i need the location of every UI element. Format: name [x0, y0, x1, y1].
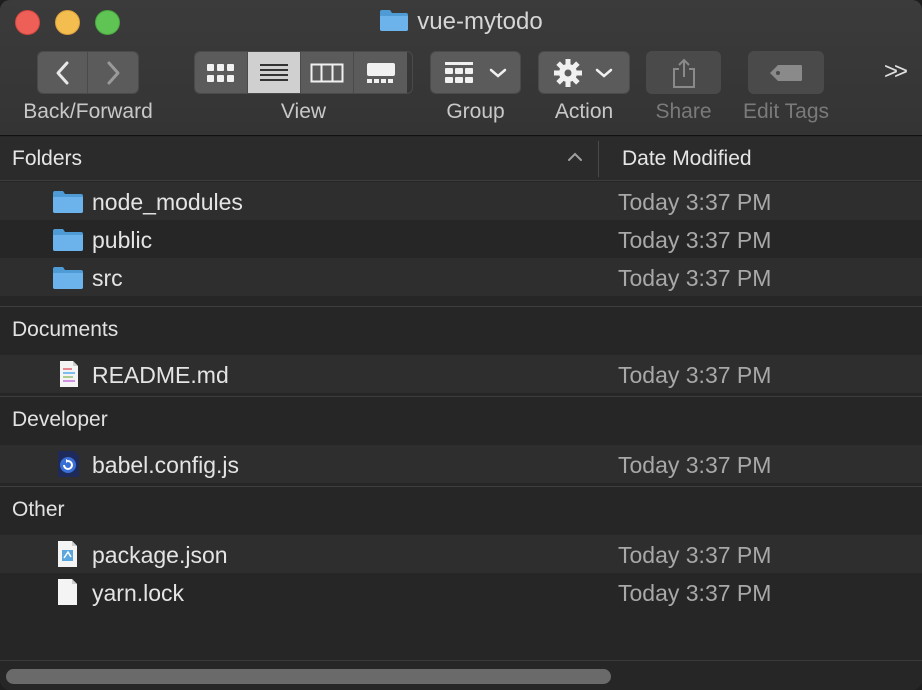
icon-view-button[interactable]	[195, 52, 248, 93]
item-name: package.json	[92, 542, 228, 568]
item-name: src	[92, 265, 123, 291]
folder-icon	[379, 8, 409, 39]
item-date: Today 3:37 PM	[618, 452, 772, 478]
list-item[interactable]: public Today 3:37 PM	[0, 220, 922, 258]
name-column-header[interactable]: Folders	[12, 147, 82, 171]
javascript-file-icon	[58, 451, 79, 477]
group-separator	[0, 296, 922, 307]
tag-icon	[770, 64, 802, 81]
action-button[interactable]	[538, 51, 630, 94]
finder-window: vue-mytodo Back/Forward View Group Actio…	[0, 0, 922, 690]
item-date: Today 3:37 PM	[618, 362, 772, 388]
share-icon	[672, 58, 695, 88]
chevron-left-icon	[56, 61, 68, 84]
icon-view-icon	[207, 63, 234, 82]
toolbar-overflow-button[interactable]: >>	[884, 58, 908, 86]
list-item[interactable]: src Today 3:37 PM	[0, 258, 922, 296]
group-label: Group	[446, 100, 505, 123]
list-view-button[interactable]	[248, 52, 301, 93]
chevron-right-icon	[107, 61, 120, 84]
back-forward-label: Back/Forward	[23, 100, 153, 123]
item-date: Today 3:37 PM	[618, 542, 772, 568]
forward-button[interactable]	[88, 52, 138, 93]
group-header-other: Other	[0, 487, 922, 535]
column-view-button[interactable]	[301, 52, 354, 93]
item-date: Today 3:37 PM	[618, 580, 772, 606]
action-label: Action	[554, 100, 614, 123]
back-forward-control	[37, 51, 139, 94]
column-divider[interactable]	[598, 141, 599, 177]
item-name: babel.config.js	[92, 452, 240, 478]
share-button[interactable]	[646, 51, 721, 94]
date-modified-column-header[interactable]: Date Modified	[622, 147, 752, 171]
horizontal-scrollbar[interactable]	[0, 660, 922, 690]
group-header-developer: Developer	[0, 397, 922, 445]
sort-ascending-icon[interactable]	[566, 151, 584, 163]
item-name: public	[92, 227, 153, 253]
blank-file-icon	[58, 579, 77, 605]
chevron-down-icon	[489, 68, 506, 78]
gallery-view-button[interactable]	[354, 52, 407, 93]
empty-list-area	[0, 620, 922, 660]
gear-icon	[554, 58, 582, 87]
back-button[interactable]	[38, 52, 88, 93]
folder-icon	[53, 267, 83, 289]
gallery-view-icon	[366, 62, 395, 83]
titlebar: vue-mytodo Back/Forward View Group Actio…	[0, 0, 922, 136]
group-title: Developer	[12, 408, 108, 431]
column-header: Folders Date Modified	[0, 137, 922, 181]
item-date: Today 3:37 PM	[618, 227, 772, 253]
column-view-icon	[310, 63, 344, 82]
chevron-down-icon	[595, 68, 613, 78]
list-item[interactable]: yarn.lock Today 3:37 PM	[0, 573, 922, 611]
group-button[interactable]	[430, 51, 521, 94]
scrollbar-thumb[interactable]	[6, 669, 611, 684]
view-control	[194, 51, 413, 94]
folder-icon	[53, 229, 83, 251]
item-name: node_modules	[92, 189, 243, 215]
group-title: Other	[12, 498, 65, 521]
share-label: Share	[655, 100, 712, 123]
edit-tags-button[interactable]	[748, 51, 824, 94]
json-file-icon	[58, 541, 77, 567]
item-date: Today 3:37 PM	[618, 265, 772, 291]
list-item[interactable]: package.json Today 3:37 PM	[0, 535, 922, 573]
item-date: Today 3:37 PM	[618, 189, 772, 215]
window-title: vue-mytodo	[417, 8, 543, 35]
window-title-area: vue-mytodo	[0, 8, 922, 39]
list-item[interactable]: README.md Today 3:37 PM	[0, 355, 922, 393]
list-view-icon	[260, 63, 288, 81]
view-label: View	[280, 100, 327, 123]
group-header-documents: Documents	[0, 307, 922, 355]
list-item[interactable]: node_modules Today 3:37 PM	[0, 182, 922, 220]
item-name: README.md	[92, 362, 229, 388]
folder-icon	[53, 191, 83, 213]
list-item[interactable]: babel.config.js Today 3:37 PM	[0, 445, 922, 483]
file-list: node_modules Today 3:37 PM public Today …	[0, 182, 922, 611]
group-icon	[444, 61, 473, 83]
group-title: Documents	[12, 318, 119, 341]
edit-tags-label: Edit Tags	[743, 100, 829, 123]
item-name: yarn.lock	[92, 580, 185, 606]
markdown-file-icon	[60, 361, 78, 387]
